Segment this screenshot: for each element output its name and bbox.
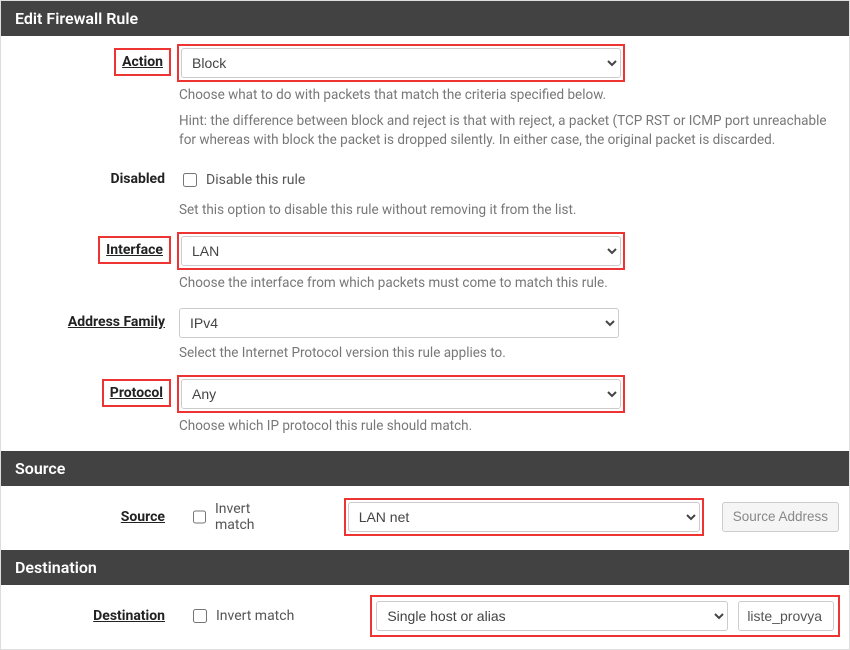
checkbox-destination-invert[interactable]: Invert match <box>189 601 294 631</box>
help-protocol: Choose which IP protocol this rule shoul… <box>179 417 839 437</box>
button-source-address[interactable]: Source Address <box>722 502 839 532</box>
highlight-destination-group: Single host or alias <box>370 595 840 637</box>
highlight-interface-label: Interface <box>98 236 171 264</box>
help-interface: Choose the interface from which packets … <box>179 274 839 294</box>
row-address-family: Address Family IPv4 Select the Internet … <box>1 298 849 368</box>
label-disabled: Disabled <box>11 165 179 187</box>
help-disabled: Set this option to disable this rule wit… <box>179 201 839 221</box>
help-action-1: Choose what to do with packets that matc… <box>179 86 839 106</box>
help-address-family: Select the Internet Protocol version thi… <box>179 344 839 364</box>
section-header-source: Source <box>1 451 849 486</box>
row-protocol: Protocol Any Choose which IP protocol th… <box>1 367 849 451</box>
row-destination: Destination Invert match Single host or … <box>1 585 849 649</box>
checkbox-source-invert[interactable]: Invert match <box>189 502 276 532</box>
highlight-source-select: LAN net <box>344 498 704 536</box>
checkbox-source-invert-label: Invert match <box>215 501 276 533</box>
section-header-destination: Destination <box>1 550 849 585</box>
checkbox-destination-invert-input[interactable] <box>193 609 207 623</box>
row-disabled: Disabled Disable this rule Set this opti… <box>1 155 849 225</box>
row-source: Source Invert match LAN net Source Addre… <box>1 486 849 550</box>
highlight-action-select: Block <box>177 44 625 82</box>
select-destination[interactable]: Single host or alias <box>376 601 728 631</box>
select-action[interactable]: Block <box>181 48 621 78</box>
select-protocol[interactable]: Any <box>181 379 621 409</box>
row-interface: Interface LAN Choose the interface from … <box>1 224 849 298</box>
section-header-edit-rule: Edit Firewall Rule <box>1 1 849 36</box>
select-address-family[interactable]: IPv4 <box>179 308 619 338</box>
label-interface: Interface <box>11 234 179 260</box>
label-address-family: Address Family <box>11 308 179 330</box>
highlight-action-label: Action <box>114 48 171 76</box>
checkbox-disable-rule-input[interactable] <box>183 173 197 187</box>
checkbox-disable-rule[interactable]: Disable this rule <box>179 165 305 195</box>
checkbox-source-invert-input[interactable] <box>193 510 206 524</box>
input-destination-alias[interactable] <box>738 601 834 631</box>
highlight-protocol-label: Protocol <box>102 379 171 407</box>
highlight-interface-select: LAN <box>177 232 625 270</box>
checkbox-destination-invert-label: Invert match <box>216 608 294 624</box>
label-destination: Destination <box>11 608 179 624</box>
label-source: Source <box>11 509 179 525</box>
label-action: Action <box>11 46 179 72</box>
select-interface[interactable]: LAN <box>181 236 621 266</box>
help-action-2: Hint: the difference between block and r… <box>179 112 839 151</box>
row-action: Action Block Choose what to do with pack… <box>1 36 849 155</box>
highlight-protocol-select: Any <box>177 375 625 413</box>
checkbox-disable-rule-label: Disable this rule <box>206 172 305 188</box>
select-source[interactable]: LAN net <box>348 502 700 532</box>
label-protocol: Protocol <box>11 377 179 403</box>
